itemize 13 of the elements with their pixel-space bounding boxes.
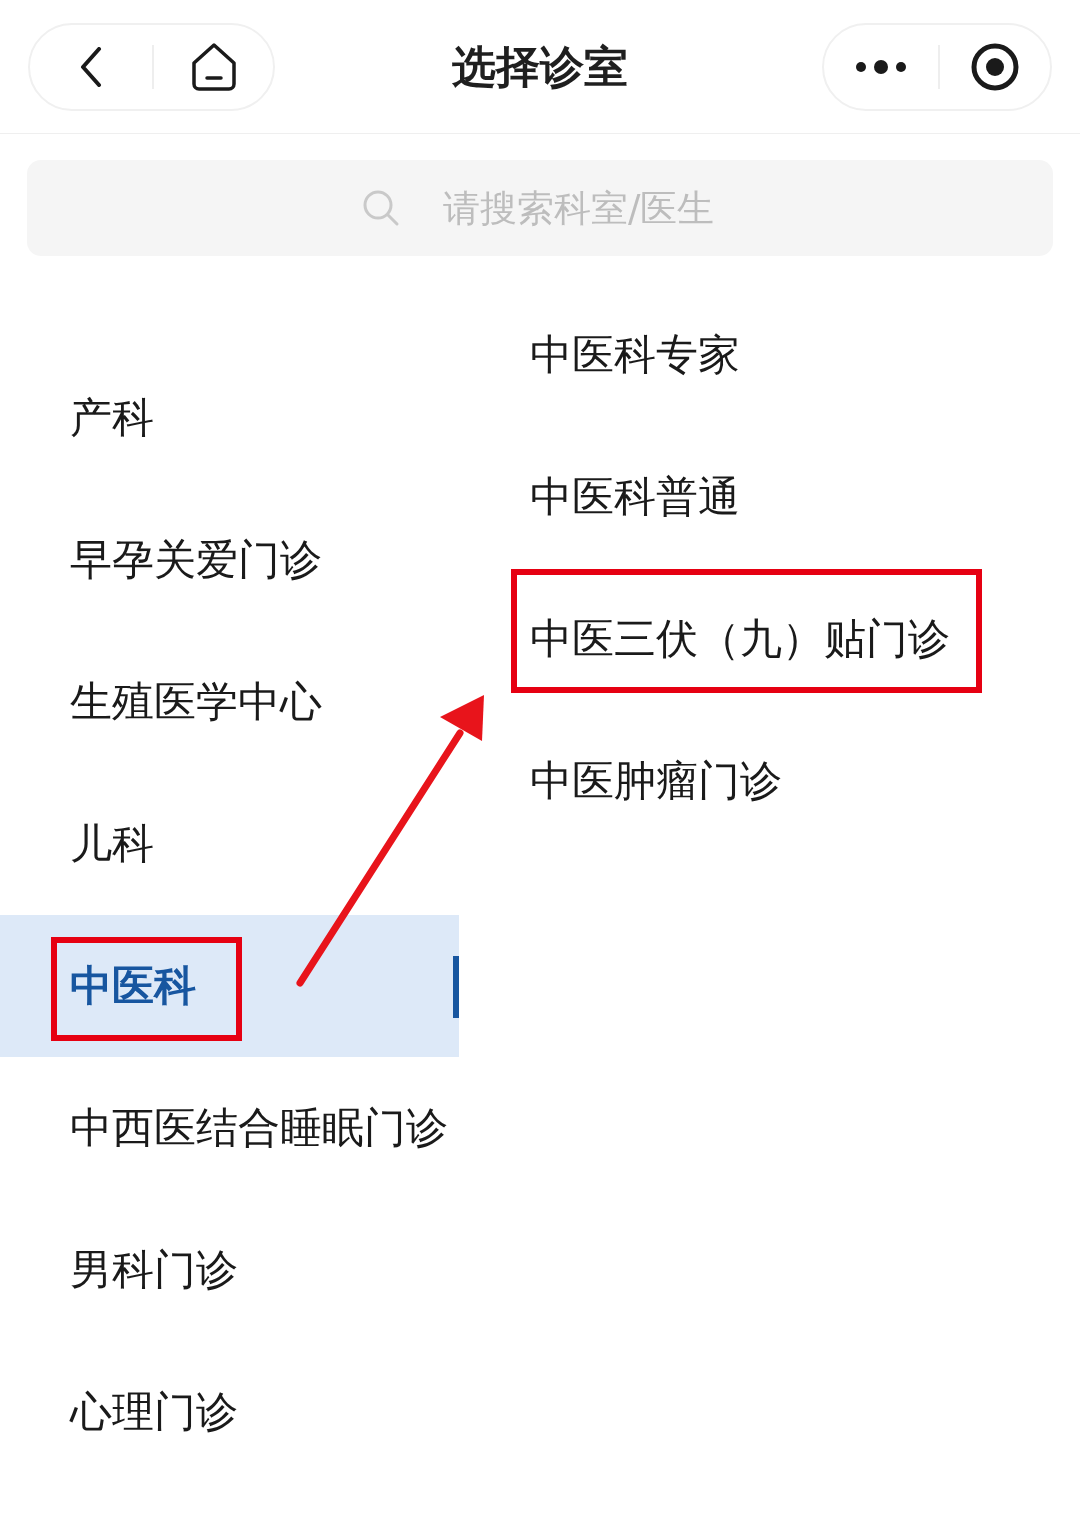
clinic-item[interactable]: 中医科普通 — [459, 426, 1080, 568]
search-icon — [362, 189, 400, 227]
clinic-item[interactable]: 中医肿瘤门诊 — [459, 710, 1080, 852]
search-field[interactable]: 请搜索科室/医生 — [27, 160, 1053, 256]
circle-dot-icon — [971, 42, 1019, 91]
selected-indicator — [453, 956, 459, 1018]
more-icon — [855, 58, 907, 75]
clinic-item[interactable]: 中医科专家 — [459, 284, 1080, 426]
department-item[interactable]: 中医科 — [0, 915, 459, 1057]
page-title: 选择诊室 — [452, 44, 628, 89]
clinic-item[interactable]: 中医三伏（九）贴门诊 — [459, 568, 1080, 710]
back-icon — [80, 46, 102, 87]
home-icon — [189, 41, 238, 92]
